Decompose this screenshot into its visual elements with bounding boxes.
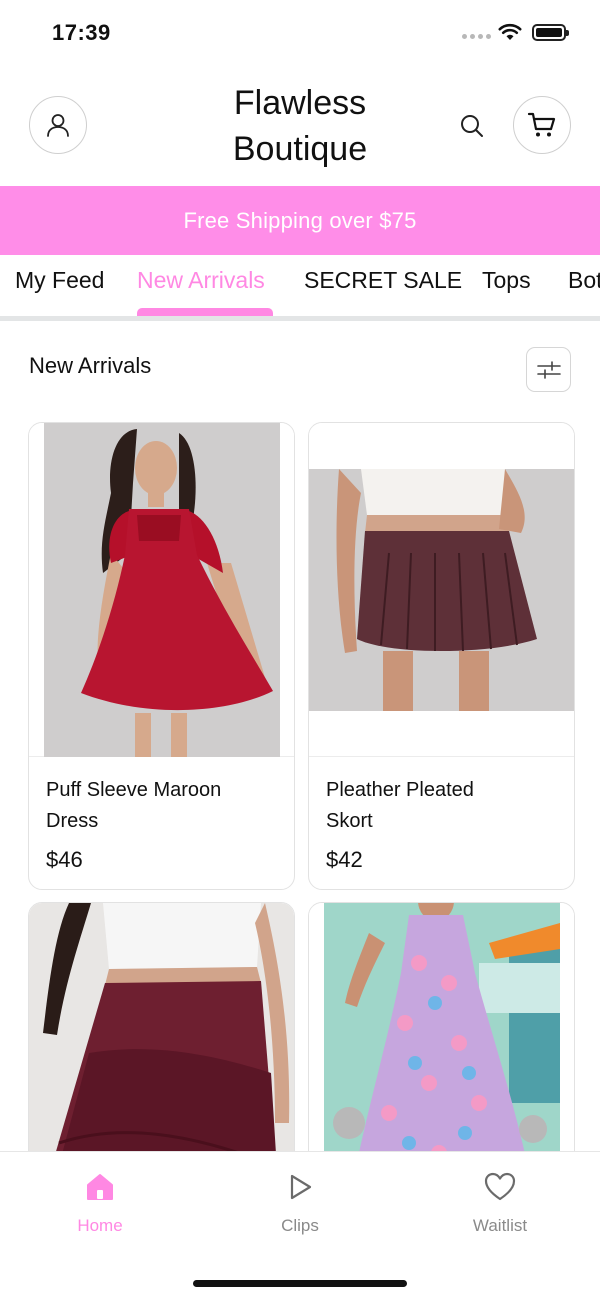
product-price: $46 (46, 847, 83, 872)
nav-home[interactable]: Home (40, 1170, 160, 1236)
sliders-icon (536, 360, 561, 379)
product-card[interactable]: Puff Sleeve Maroon Dress $46 (28, 422, 295, 890)
product-name[interactable]: Pleather Pleated Skort (326, 775, 562, 837)
product-info: Pleather Pleated Skort $42 (326, 775, 562, 873)
account-button[interactable] (29, 96, 87, 154)
status-bar: 17:39 (0, 0, 600, 66)
nav-clips-label: Clips (281, 1216, 319, 1235)
battery-icon (532, 24, 569, 41)
section-title: New Arrivals (29, 353, 152, 378)
play-icon (290, 1174, 312, 1200)
promo-banner[interactable]: Free Shipping over $75 (0, 186, 600, 255)
tab-secret-sale[interactable]: SECRET SALE (304, 267, 462, 319)
tab-bottoms[interactable]: Bot (568, 267, 600, 319)
status-time: 17:39 (52, 20, 111, 45)
product-image[interactable] (309, 423, 574, 757)
cart-button[interactable] (513, 96, 571, 154)
heart-icon (484, 1172, 516, 1201)
filter-button[interactable] (526, 347, 571, 392)
product-info: Puff Sleeve Maroon Dress $46 (46, 775, 282, 873)
home-icon (87, 1174, 113, 1200)
product-name[interactable]: Puff Sleeve Maroon Dress (46, 775, 282, 837)
nav-home-label: Home (77, 1216, 123, 1235)
cellular-signal-icon (462, 34, 491, 39)
promo-text: Free Shipping over $75 (183, 207, 417, 233)
tabs-divider (0, 316, 600, 321)
bottom-navigation: Home Clips Waitlist (0, 1151, 600, 1299)
product-name-line-1: Pleather Pleated (326, 779, 474, 801)
app-header: Flawless Boutique (0, 70, 600, 184)
product-image[interactable] (29, 423, 294, 757)
search-button[interactable] (452, 106, 492, 146)
brand-title[interactable]: Flawless Boutique (180, 80, 420, 172)
brand-line-2: Boutique (232, 130, 368, 168)
product-price: $42 (326, 847, 363, 872)
tab-tops[interactable]: Tops (482, 267, 531, 319)
user-icon (47, 114, 69, 137)
nav-waitlist[interactable]: Waitlist (440, 1170, 560, 1236)
product-card[interactable]: Pleather Pleated Skort $42 (308, 422, 575, 890)
search-icon (461, 115, 483, 137)
wifi-icon (498, 23, 522, 40)
nav-clips[interactable]: Clips (240, 1170, 360, 1236)
nav-waitlist-label: Waitlist (472, 1216, 528, 1235)
product-name-line-2: Dress (46, 810, 99, 832)
brand-line-1: Flawless (233, 84, 367, 122)
product-name-line-1: Puff Sleeve Maroon (46, 779, 222, 801)
category-tabs: My Feed New Arrivals SECRET SALE Tops Bo… (0, 255, 600, 319)
tab-my-feed[interactable]: My Feed (15, 267, 104, 319)
product-name-line-2: Skort (326, 810, 373, 832)
cart-icon (527, 112, 556, 137)
home-indicator (193, 1280, 407, 1287)
